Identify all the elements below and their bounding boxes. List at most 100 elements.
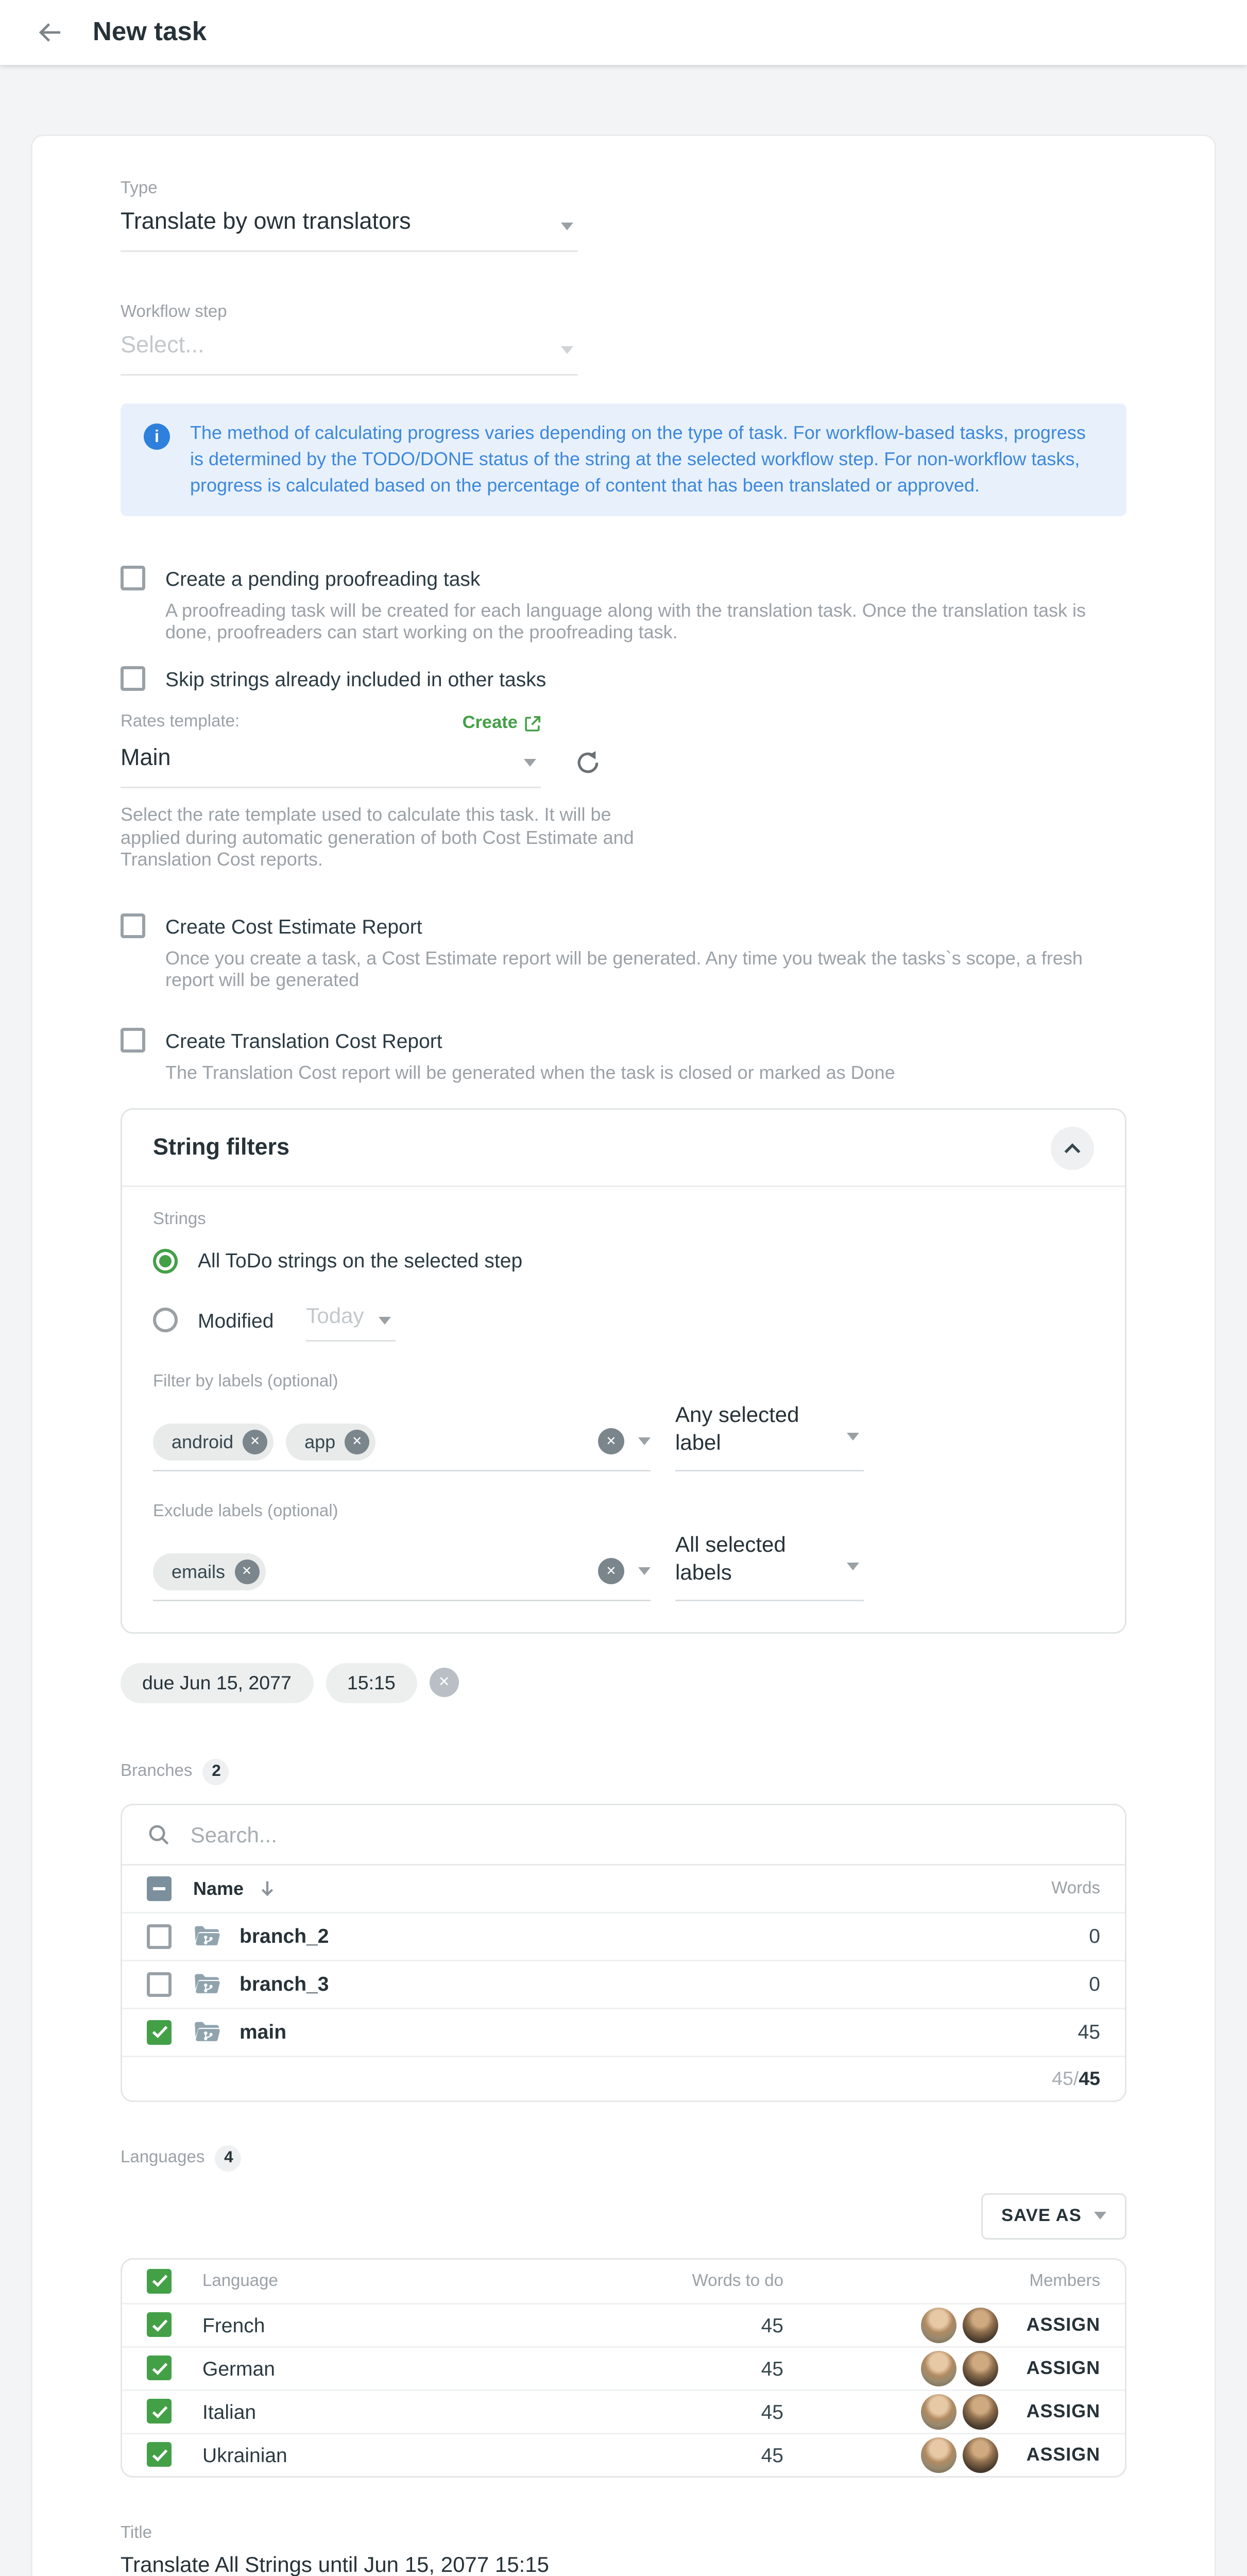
save-as-row: SAVE AS	[121, 2193, 1126, 2239]
language-words: 45	[598, 2357, 783, 2380]
workflow-step-select[interactable]: Select...	[121, 323, 578, 376]
translation-cost-checkbox[interactable]	[121, 1027, 145, 1052]
table-row[interactable]: Ukrainian 45 ASSIGN	[122, 2432, 1125, 2476]
table-row[interactable]: Italian 45 ASSIGN	[122, 2389, 1125, 2432]
chip-text: emails	[172, 1561, 225, 1582]
collapse-panel-button[interactable]	[1051, 1126, 1094, 1170]
language-checkbox[interactable]	[147, 2399, 172, 2424]
branch-checkbox[interactable]	[147, 1972, 172, 1996]
workflow-step-placeholder: Select...	[121, 331, 550, 362]
assign-button[interactable]: ASSIGN	[1027, 2357, 1100, 2379]
chevron-up-icon	[1063, 1142, 1082, 1154]
exclude-labels-label: Exclude labels (optional)	[153, 1502, 1094, 1522]
refresh-icon[interactable]	[575, 749, 601, 775]
language-checkbox[interactable]	[147, 2312, 172, 2337]
proofreading-group: Create a pending proofreading task A pro…	[121, 566, 1126, 643]
remove-chip-icon[interactable]: ✕	[345, 1429, 369, 1454]
workflow-step-field: Workflow step Select...	[121, 303, 1126, 376]
skip-strings-checkbox[interactable]	[121, 666, 145, 691]
title-input[interactable]: Translate All Strings until Jun 15, 2077…	[121, 2544, 1126, 2576]
sort-descending-icon[interactable]	[258, 1879, 276, 1897]
assign-button[interactable]: ASSIGN	[1027, 2400, 1100, 2422]
language-name: Ukrainian	[202, 2443, 598, 2466]
type-select[interactable]: Translate by own translators	[121, 199, 578, 252]
clear-field-icon[interactable]: ✕	[598, 1428, 624, 1454]
remove-due-date-icon[interactable]: ✕	[430, 1668, 459, 1697]
remove-chip-icon[interactable]: ✕	[234, 1559, 259, 1584]
exclude-labels-match-value: All selected labels	[675, 1531, 786, 1584]
table-row[interactable]: French 45 ASSIGN	[122, 2302, 1125, 2346]
languages-label: Languages	[121, 2148, 204, 2168]
cost-estimate-checkbox[interactable]	[121, 913, 145, 938]
branch-words: 0	[1089, 1972, 1100, 1995]
label-chip: android ✕	[153, 1423, 274, 1460]
strings-label: Strings	[153, 1210, 1094, 1230]
language-checkbox[interactable]	[147, 2442, 172, 2467]
chevron-down-icon	[847, 1432, 859, 1440]
back-arrow-icon[interactable]	[34, 17, 65, 48]
language-checkbox[interactable]	[147, 2355, 172, 2380]
check-icon	[151, 2448, 168, 2462]
modified-radio[interactable]	[153, 1308, 178, 1332]
branches-search-input[interactable]	[191, 1822, 1100, 1846]
proofreading-checkbox[interactable]	[121, 566, 145, 590]
select-all-branches-checkbox[interactable]	[147, 1876, 172, 1901]
check-icon	[151, 2404, 168, 2418]
translation-cost-description: The Translation Cost report will be gene…	[165, 1061, 1126, 1083]
new-task-form-card: Type Translate by own translators Workfl…	[31, 134, 1216, 2576]
remove-chip-icon[interactable]: ✕	[243, 1429, 267, 1454]
save-as-label: SAVE AS	[1001, 2207, 1082, 2225]
name-column-header: Name	[193, 1877, 244, 1899]
language-words: 45	[598, 2443, 783, 2466]
due-time-chip[interactable]: 15:15	[326, 1663, 417, 1703]
check-icon	[151, 2361, 168, 2375]
branches-label: Branches	[121, 1761, 192, 1782]
all-todo-strings-radio[interactable]	[153, 1248, 178, 1273]
chevron-down-icon	[561, 222, 573, 230]
branch-folder-icon	[193, 1924, 221, 1947]
assign-button[interactable]: ASSIGN	[1027, 2314, 1100, 2335]
language-name: French	[202, 2313, 598, 2336]
filter-labels-label: Filter by labels (optional)	[153, 1372, 1094, 1392]
filter-labels-input[interactable]: android ✕ app ✕ ✕	[153, 1423, 651, 1471]
table-row[interactable]: German 45 ASSIGN	[122, 2346, 1125, 2389]
rates-template-row: Main	[121, 736, 1126, 788]
select-all-languages-checkbox[interactable]	[147, 2268, 172, 2293]
chevron-down-icon	[561, 346, 573, 353]
rates-template-label: Rates template:	[121, 713, 240, 733]
due-date-chip[interactable]: due Jun 15, 2077	[121, 1663, 313, 1703]
branch-folder-icon	[193, 2020, 221, 2043]
language-name: German	[202, 2357, 598, 2380]
member-avatar	[963, 2394, 999, 2429]
clear-field-icon[interactable]: ✕	[598, 1558, 624, 1584]
save-as-button[interactable]: SAVE AS	[981, 2193, 1126, 2239]
title-label: Title	[121, 2523, 1126, 2544]
branch-checkbox[interactable]	[147, 2020, 172, 2044]
assign-button[interactable]: ASSIGN	[1027, 2444, 1100, 2465]
chevron-down-icon	[1094, 2212, 1106, 2219]
language-words: 45	[598, 2400, 783, 2423]
branch-checkbox[interactable]	[147, 1924, 172, 1948]
branch-name: branch_3	[240, 1972, 329, 1995]
table-row[interactable]: branch_2 0	[122, 1911, 1125, 1959]
create-rates-template-link[interactable]: Create	[463, 714, 541, 733]
rates-template-select[interactable]: Main	[121, 736, 541, 788]
filter-labels-match-select[interactable]: Any selected label	[675, 1401, 864, 1471]
page-body: Type Translate by own translators Workfl…	[0, 65, 1247, 2576]
modified-period-select[interactable]: Today	[306, 1299, 396, 1341]
check-icon	[151, 2318, 168, 2332]
info-icon: i	[144, 423, 170, 450]
branches-count-badge: 2	[203, 1758, 229, 1785]
table-row[interactable]: main 45	[122, 2007, 1125, 2055]
all-todo-strings-label: All ToDo strings on the selected step	[198, 1249, 522, 1272]
exclude-labels-input[interactable]: emails ✕ ✕	[153, 1553, 651, 1601]
table-row[interactable]: branch_3 0	[122, 1959, 1125, 2007]
exclude-labels-match-select[interactable]: All selected labels	[675, 1531, 864, 1601]
branches-total-row: 45/45	[122, 2055, 1125, 2100]
words-total: 45	[1079, 2067, 1100, 2089]
branch-words: 45	[1078, 2020, 1100, 2043]
filter-labels-match-value: Any selected label	[675, 1401, 799, 1454]
create-link-label: Create	[463, 714, 518, 733]
type-label: Type	[121, 179, 1126, 199]
member-avatar	[963, 2350, 999, 2386]
